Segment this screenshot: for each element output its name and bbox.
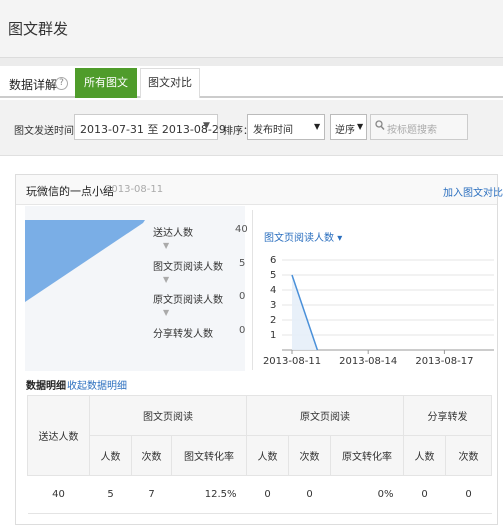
sort-order-value: 逆序 — [335, 125, 355, 136]
table-cell: 12.5% — [171, 475, 247, 514]
table-cell: 0% — [330, 475, 404, 514]
x-tick-label: 2013-08-14 — [339, 356, 397, 367]
subheader-cell: 原文转化率 — [330, 435, 404, 476]
tab-all-articles[interactable]: 所有图文 — [75, 68, 137, 98]
table-cell: 40 — [27, 475, 90, 514]
subheader-cell: 人数 — [403, 435, 446, 476]
header-article-group: 图文页阅读 — [89, 395, 247, 436]
x-tick-label: 2013-08-11 — [263, 356, 321, 367]
funnel-graphic — [25, 220, 145, 302]
funnel-value-original-readers: 0 — [239, 291, 246, 302]
funnel-value-shares: 0 — [239, 325, 246, 336]
arrow-down-icon: ▼ — [163, 241, 170, 250]
table-cell: 7 — [131, 475, 172, 514]
chevron-down-icon: ▼ — [314, 122, 321, 131]
help-icon[interactable]: ? — [55, 77, 68, 90]
y-tick-label: 5 — [270, 270, 276, 281]
table-row: 40 5 7 12.5% 0 0 0% 0 0 — [27, 475, 492, 514]
arrow-down-icon: ▼ — [163, 308, 170, 317]
y-tick-label: 2 — [270, 315, 276, 326]
table-cell: 0 — [445, 475, 492, 514]
funnel-value-delivered: 40 — [235, 224, 248, 235]
y-tick-label: 1 — [270, 330, 276, 341]
table-cell: 0 — [403, 475, 446, 514]
funnel-label-shares: 分享转发人数 — [153, 329, 213, 340]
subheader-cell: 图文转化率 — [171, 435, 247, 476]
search-icon — [375, 120, 385, 134]
tab-article-compare[interactable]: 图文对比 — [140, 68, 200, 98]
add-compare-link[interactable]: 加入图文对比 — [443, 184, 503, 199]
chevron-down-icon: ▼ — [203, 121, 210, 131]
article-date: 2013-08-11 — [105, 184, 164, 195]
chart-metric-selector[interactable]: 图文页阅读人数 ▾ — [264, 229, 342, 244]
article-title: 玩微信的一点小结 — [26, 185, 114, 198]
chevron-down-icon: ▾ — [337, 233, 343, 244]
search-placeholder: 按标题搜索 — [387, 125, 437, 136]
header-original-group: 原文页阅读 — [246, 395, 404, 436]
chart-metric-label: 图文页阅读人数 — [264, 233, 334, 244]
arrow-down-icon: ▼ — [163, 275, 170, 284]
subheader-cell: 人数 — [246, 435, 289, 476]
subheader-cell: 次数 — [288, 435, 331, 476]
table-cell: 5 — [89, 475, 132, 514]
subheader-cell: 人数 — [89, 435, 132, 476]
line-chart: 1 2 3 4 5 6 2013-08-11 2013-08-14 2013-08-17 — [263, 255, 494, 367]
divider — [252, 210, 253, 370]
detail-title: 数据明细 — [26, 381, 66, 392]
x-tick-label: 2013-08-17 — [415, 356, 473, 367]
y-tick-label: 4 — [270, 285, 276, 296]
table-cell: 0 — [288, 475, 331, 514]
y-tick-label: 6 — [270, 255, 276, 266]
section-label: 数据详解 — [9, 78, 58, 92]
page-title: 图文群发 — [8, 20, 69, 38]
detail-table: 送达人数 图文页阅读 原文页阅读 分享转发 人数 次数 图文转化率 人数 次数 … — [27, 395, 492, 514]
collapse-detail-link[interactable]: 收起数据明细 — [67, 377, 127, 392]
subheader-cell: 次数 — [445, 435, 492, 476]
subheader-cell: 次数 — [131, 435, 172, 476]
funnel-label-delivered: 送达人数 — [153, 228, 193, 239]
y-tick-label: 3 — [270, 300, 276, 311]
sort-field-value: 发布时间 — [253, 125, 293, 136]
funnel-label-original-readers: 原文页阅读人数 — [153, 295, 223, 306]
page-header — [0, 0, 503, 58]
header-delivered: 送达人数 — [27, 395, 90, 476]
funnel-value-article-readers: 5 — [239, 258, 246, 269]
chevron-down-icon: ▼ — [357, 122, 364, 131]
header-share-group: 分享转发 — [403, 395, 492, 436]
table-cell: 0 — [246, 475, 289, 514]
funnel-label-article-readers: 图文页阅读人数 — [153, 262, 223, 273]
